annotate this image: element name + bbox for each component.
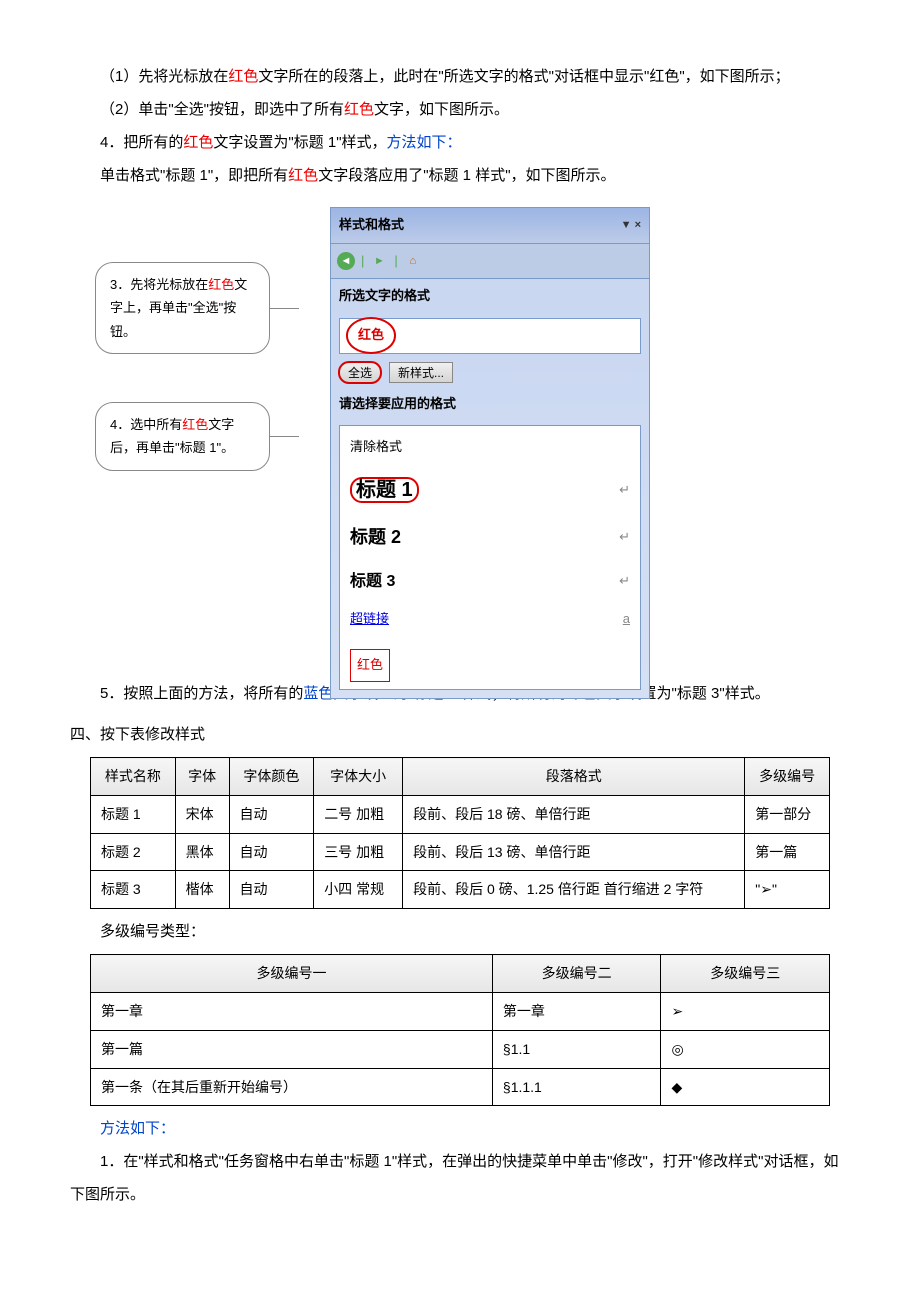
method-label: 方法如下：	[70, 1112, 850, 1145]
callout-2: 4．选中所有红色文字后，再单击"标题 1"。	[95, 402, 270, 471]
table-row: 第一章第一章➢	[91, 992, 830, 1030]
styles-format-panel: 样式和格式 ▼ × ◄ | ► | ⌂ 所选文字的格式 红色 全选 新样式...…	[330, 207, 650, 699]
panel-titlebar: 样式和格式 ▼ ×	[331, 208, 649, 244]
back-icon[interactable]: ◄	[337, 252, 355, 270]
table-row: 标题 2黑体自动三号 加粗段前、段后 13 磅、单倍行距第一篇	[91, 833, 830, 871]
red-text: 红色	[344, 101, 374, 118]
style-item-h1[interactable]: 标题 1↵	[346, 465, 634, 515]
current-format-label: 所选文字的格式	[331, 279, 649, 314]
callout-1: 3．先将光标放在红色文字上，再单击"全选"按钮。	[95, 262, 270, 354]
para-3: 4．把所有的红色文字设置为"标题 1"样式，方法如下：	[70, 126, 850, 159]
table-row: 标题 1宋体自动二号 加粗段前、段后 18 磅、单倍行距第一部分	[91, 795, 830, 833]
apply-format-label: 请选择要应用的格式	[331, 387, 649, 422]
style-item-red[interactable]: 红色	[346, 646, 634, 685]
figure-styles-panel: 3．先将光标放在红色文字上，再单击"全选"按钮。 4．选中所有红色文字后，再单击…	[70, 207, 850, 657]
style-list: 清除格式 标题 1↵ 标题 2↵ 标题 3↵ 超链接a 红色	[339, 425, 641, 690]
style-item-clear[interactable]: 清除格式	[346, 430, 634, 465]
red-text: 红色	[288, 167, 318, 184]
current-format-box[interactable]: 红色	[339, 318, 641, 354]
current-format-value: 红色	[346, 317, 396, 354]
section-4-heading: 四、按下表修改样式	[70, 718, 850, 751]
numbering-type-label: 多级编号类型：	[70, 915, 850, 948]
para-1: （1）先将光标放在红色文字所在的段落上，此时在"所选文字的格式"对话框中显示"红…	[70, 60, 850, 93]
select-all-button[interactable]: 全选	[339, 362, 381, 383]
panel-buttons: 全选 新样式...	[331, 358, 649, 387]
para-2: （2）单击"全选"按钮，即选中了所有红色文字，如下图所示。	[70, 93, 850, 126]
forward-icon[interactable]: ►	[370, 252, 388, 270]
panel-toolbar: ◄ | ► | ⌂	[331, 244, 649, 280]
styles-table: 样式名称 字体 字体颜色 字体大小 段落格式 多级编号 标题 1宋体自动二号 加…	[90, 757, 830, 909]
home-icon[interactable]: ⌂	[404, 252, 422, 270]
style-item-link[interactable]: 超链接a	[346, 602, 634, 637]
blue-text: 方法如下：	[387, 134, 462, 151]
table-row: 第一篇§1.1◎	[91, 1030, 830, 1068]
table-header-row: 多级编号一 多级编号二 多级编号三	[91, 955, 830, 993]
panel-close-controls[interactable]: ▼ ×	[621, 213, 641, 237]
para-6: 1．在"样式和格式"任务窗格中右单击"标题 1"样式，在弹出的快捷菜单中单击"修…	[70, 1145, 850, 1211]
table-header-row: 样式名称 字体 字体颜色 字体大小 段落格式 多级编号	[91, 758, 830, 796]
table-row: 第一条（在其后重新开始编号）§1.1.1◆	[91, 1068, 830, 1106]
red-text: 红色	[228, 68, 258, 85]
style-item-h3[interactable]: 标题 3↵	[346, 561, 634, 602]
para-4: 单击格式"标题 1"，即把所有红色文字段落应用了"标题 1 样式"，如下图所示。	[70, 159, 850, 192]
red-text: 红色	[183, 134, 213, 151]
table-row: 标题 3楷体自动小四 常规段前、段后 0 磅、1.25 倍行距 首行缩进 2 字…	[91, 871, 830, 909]
new-style-button[interactable]: 新样式...	[389, 362, 453, 383]
blue-text: 蓝色	[303, 685, 333, 702]
style-item-h2[interactable]: 标题 2↵	[346, 515, 634, 561]
numbering-table: 多级编号一 多级编号二 多级编号三 第一章第一章➢ 第一篇§1.1◎ 第一条（在…	[90, 954, 830, 1106]
panel-title-text: 样式和格式	[339, 211, 404, 240]
